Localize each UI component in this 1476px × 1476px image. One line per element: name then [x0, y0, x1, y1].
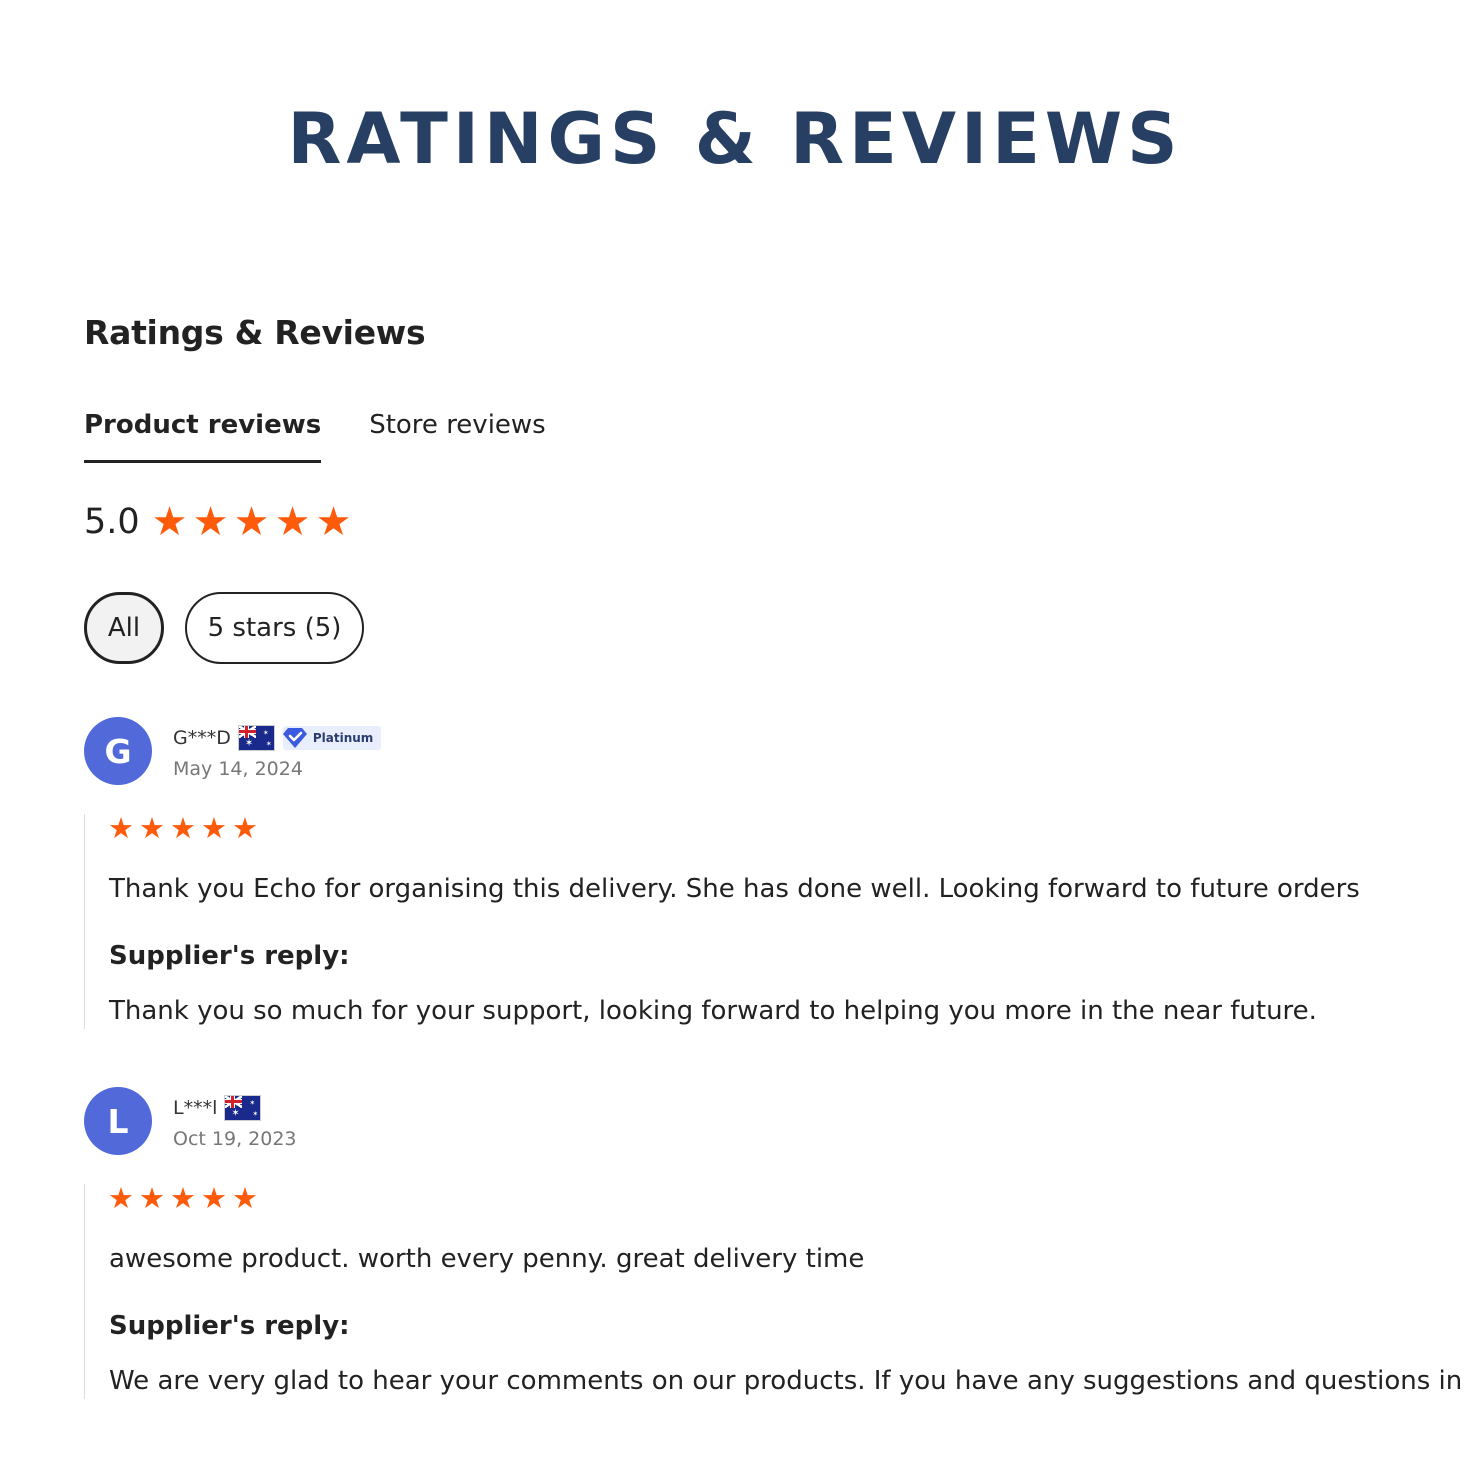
supplier-reply-text: We are very glad to hear your comments o… — [109, 1365, 1463, 1396]
star-icon: ★ — [201, 811, 227, 845]
australia-flag-icon: ✶ ✶ ✶ — [237, 725, 275, 751]
star-icon: ★ — [232, 1181, 258, 1215]
review-body: ★ ★ ★ ★ ★ Thank you Echo for organising … — [84, 814, 1464, 1029]
page: RATINGS & REVIEWS Ratings & Reviews Prod… — [0, 0, 1476, 1476]
badge-label: Platinum — [312, 731, 374, 745]
diamond-check-icon — [281, 725, 309, 751]
australia-flag-icon: ✶ ✶ ✶ — [224, 1095, 262, 1121]
star-icon: ★ — [170, 1181, 196, 1215]
filter-5-stars-chip[interactable]: 5 stars (5) — [185, 592, 364, 664]
supplier-reply-title: Supplier's reply: — [109, 1310, 350, 1341]
rating-summary: 5.0 ★ ★ ★ ★ ★ — [84, 502, 357, 542]
review-text: awesome product. worth every penny. grea… — [109, 1244, 865, 1274]
reviewer-name-row: L***l ✶ ✶ ✶ — [173, 1092, 297, 1124]
rating-filters: All 5 stars (5) — [84, 592, 364, 664]
star-icon: ★ — [139, 811, 165, 845]
star-icon: ★ — [233, 499, 270, 545]
supplier-reply-text: Thank you so much for your support, look… — [109, 995, 1317, 1026]
review-text: Thank you Echo for organising this deliv… — [109, 874, 1360, 904]
review-tabs: Product reviews Store reviews — [84, 410, 546, 463]
platinum-badge: Platinum — [281, 725, 382, 751]
star-icon: ★ — [170, 811, 196, 845]
review-date: May 14, 2024 — [173, 758, 303, 780]
star-icon: ★ — [232, 811, 258, 845]
reviewer-name-row: G***D ✶ ✶ ✶ Platinum — [173, 722, 382, 754]
review-header: G G***D ✶ ✶ ✶ Platinum May 14, 2024 — [84, 716, 1464, 786]
tab-store-reviews[interactable]: Store reviews — [369, 410, 546, 463]
star-icon: ★ — [151, 499, 188, 545]
reviewer-meta: L***l ✶ ✶ ✶ Oct 19, 2023 — [173, 1092, 297, 1150]
avatar: G — [84, 717, 152, 785]
star-icon: ★ — [192, 499, 229, 545]
average-score: 5.0 — [84, 502, 140, 542]
banner-title: RATINGS & REVIEWS — [287, 98, 1183, 180]
tab-product-reviews[interactable]: Product reviews — [84, 410, 322, 463]
star-icon: ★ — [139, 1181, 165, 1215]
reviewer-name: G***D — [173, 727, 231, 749]
avatar: L — [84, 1087, 152, 1155]
review-item: L L***l ✶ ✶ ✶ Oct 19, 2023 ★ ★ ★ ★ ★ awe… — [84, 1086, 1464, 1412]
review-stars: ★ ★ ★ ★ ★ — [108, 1184, 1464, 1213]
review-stars: ★ ★ ★ ★ ★ — [108, 814, 1464, 843]
filter-all-chip[interactable]: All — [84, 592, 164, 664]
star-icon: ★ — [108, 1181, 134, 1215]
review-body: ★ ★ ★ ★ ★ awesome product. worth every p… — [84, 1184, 1464, 1399]
review-item: G G***D ✶ ✶ ✶ Platinum May 14, 2024 ★ ★ … — [84, 716, 1464, 1029]
reviewer-name: L***l — [173, 1097, 218, 1119]
summary-stars: ★ ★ ★ ★ ★ — [152, 502, 357, 542]
star-icon: ★ — [201, 1181, 227, 1215]
review-header: L L***l ✶ ✶ ✶ Oct 19, 2023 — [84, 1086, 1464, 1156]
reviewer-meta: G***D ✶ ✶ ✶ Platinum May 14, 2024 — [173, 722, 382, 780]
star-icon: ★ — [315, 499, 352, 545]
section-title: Ratings & Reviews — [84, 313, 426, 352]
review-date: Oct 19, 2023 — [173, 1128, 297, 1150]
star-icon: ★ — [274, 499, 311, 545]
supplier-reply-title: Supplier's reply: — [109, 940, 350, 971]
star-icon: ★ — [108, 811, 134, 845]
